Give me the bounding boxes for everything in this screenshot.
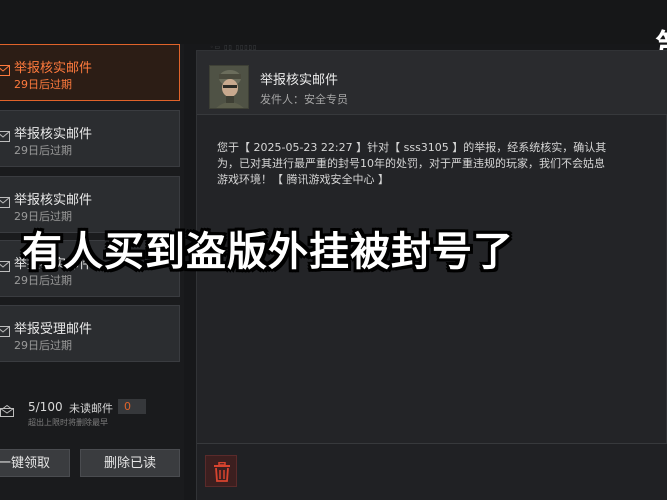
claim-all-button[interactable]: 一键领取 <box>0 449 70 477</box>
mail-item-expire: 29日后过期 <box>14 78 72 91</box>
trash-icon <box>214 462 230 482</box>
mail-list-item[interactable]: 举报核实邮件 29日后过期 <box>0 44 180 101</box>
mail-count: 5/100 <box>28 400 63 414</box>
mail-detail-title: 举报核实邮件 <box>260 73 339 88</box>
delete-mail-button[interactable] <box>205 455 237 487</box>
envelope-icon <box>0 131 10 142</box>
inbox-icon <box>0 405 14 417</box>
mail-item-title: 举报核实邮件 <box>14 193 93 208</box>
mail-detail-footer <box>197 443 667 500</box>
top-bar <box>0 0 667 44</box>
envelope-icon <box>0 326 10 337</box>
mail-item-title: 举报核实邮件 <box>14 61 93 76</box>
mail-body-line: 为，已对其进行最严重的封号10年的处罚，对于严重违规的玩家，我们不会姑息 <box>217 157 605 170</box>
sender-avatar <box>209 65 249 109</box>
envelope-icon <box>0 261 10 272</box>
envelope-icon <box>0 197 10 208</box>
unread-count-badge: 0 <box>118 399 146 414</box>
unread-label: 未读邮件 <box>69 402 113 415</box>
mail-body: 您于【 2025-05-23 22:27 】针对【 sss3105 】的举报，经… <box>217 140 667 196</box>
mail-list-item[interactable]: 举报受理邮件 29日后过期 <box>0 305 180 362</box>
mail-item-expire: 29日后过期 <box>14 144 72 157</box>
mail-list-item[interactable]: 举报核实邮件 29日后过期 <box>0 110 180 167</box>
mailbox-capacity: 5/100 未读邮件 0 超出上限时将删除最早 <box>0 397 180 431</box>
delete-read-button[interactable]: 删除已读 <box>80 449 180 477</box>
mail-detail-header: 举报核实邮件 发件人：安全专员 <box>197 51 667 115</box>
mail-body-line: 游戏环境！【 腾讯游戏安全中心 】 <box>217 173 389 186</box>
mail-sender: 发件人：安全专员 <box>260 93 348 106</box>
mail-body-line: 您于【 2025-05-23 22:27 】针对【 sss3105 】的举报，经… <box>217 141 607 154</box>
mail-item-title: 举报核实邮件 <box>14 127 93 142</box>
envelope-icon <box>0 65 10 76</box>
mail-item-expire: 29日后过期 <box>14 339 72 352</box>
video-caption: 有人买到盗版外挂被封号了 <box>22 229 514 275</box>
capacity-limit-note: 超出上限时将删除最早 <box>28 418 108 427</box>
mail-item-title: 举报受理邮件 <box>14 322 93 337</box>
